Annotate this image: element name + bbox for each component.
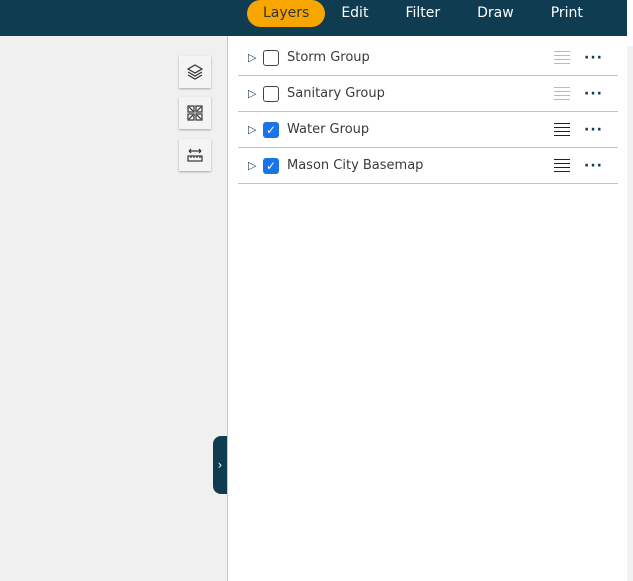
layer-label: Sanitary Group	[287, 86, 385, 101]
more-options-icon[interactable]: ···	[584, 50, 604, 66]
measure-tool-button[interactable]	[179, 139, 211, 171]
tab-print[interactable]: Print	[535, 0, 599, 27]
legend-icon[interactable]	[554, 120, 570, 139]
more-options-icon[interactable]: ···	[584, 86, 604, 102]
panel-scrollbar[interactable]	[627, 46, 633, 581]
panel-collapse-toggle[interactable]: ›	[213, 436, 227, 494]
expand-icon[interactable]: ▷	[248, 123, 258, 136]
expand-icon[interactable]: ▷	[248, 51, 258, 64]
layer-row: ▷ Sanitary Group ···	[238, 76, 618, 112]
layers-tool-button[interactable]	[179, 56, 211, 88]
layers-icon	[186, 64, 204, 80]
layers-panel: ▷ Storm Group ··· ▷ Sanitary Group ··· ▷…	[227, 36, 627, 581]
layer-row: ▷ ✓ Mason City Basemap ···	[238, 148, 618, 184]
layer-row: ▷ ✓ Water Group ···	[238, 112, 618, 148]
tab-draw[interactable]: Draw	[461, 0, 530, 27]
layer-checkbox[interactable]: ✓	[263, 157, 279, 174]
layer-checkbox[interactable]	[263, 85, 279, 102]
ruler-icon	[187, 148, 203, 162]
more-options-icon[interactable]: ···	[584, 122, 604, 138]
select-tool-button[interactable]	[179, 97, 211, 129]
layer-checkbox[interactable]	[263, 49, 279, 66]
tab-edit[interactable]: Edit	[325, 0, 384, 27]
expand-icon[interactable]: ▷	[248, 87, 258, 100]
legend-icon[interactable]	[554, 48, 570, 67]
grid-select-icon	[187, 105, 203, 121]
layer-label: Water Group	[287, 122, 370, 137]
expand-icon[interactable]: ▷	[248, 159, 258, 172]
legend-icon[interactable]	[554, 84, 570, 103]
layer-checkbox[interactable]: ✓	[263, 121, 279, 138]
more-options-icon[interactable]: ···	[584, 158, 604, 174]
layer-label: Storm Group	[287, 50, 370, 65]
tab-layers[interactable]: Layers	[247, 0, 326, 27]
tab-filter[interactable]: Filter	[389, 0, 456, 27]
layer-row: ▷ Storm Group ···	[238, 40, 618, 76]
legend-icon[interactable]	[554, 156, 570, 175]
chevron-right-icon: ›	[217, 458, 223, 472]
header-gap	[627, 0, 633, 46]
layer-label: Mason City Basemap	[287, 158, 424, 173]
tab-bar: Layers Edit Filter Draw Print	[247, 0, 599, 27]
